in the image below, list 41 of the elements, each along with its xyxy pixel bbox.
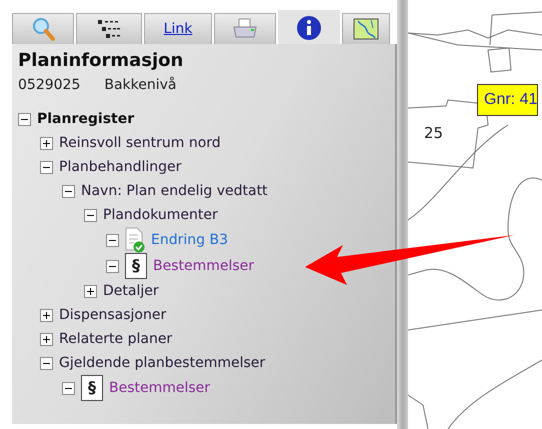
panel-title: Planinformasjon [18, 50, 184, 71]
tree-item[interactable]: Detaljer [103, 283, 159, 299]
document-link[interactable]: Endring B3 [151, 232, 228, 248]
tab[interactable]: Link [144, 13, 212, 44]
document-check-icon [125, 227, 145, 253]
map-tooltip: Gnr: 41 [477, 84, 538, 116]
tree-item[interactable]: Plandokumenter [103, 207, 218, 223]
paragraph-icon: § [125, 253, 147, 279]
collapse-toggle[interactable] [62, 184, 75, 198]
splitter-handle[interactable] [397, 0, 408, 429]
plan-id: 0529025 [18, 77, 80, 93]
paragraph-icon: § [81, 375, 103, 401]
expand-toggle[interactable] [84, 284, 97, 298]
collapse-toggle[interactable] [18, 112, 31, 126]
expand-toggle[interactable] [40, 332, 53, 346]
tab[interactable] [342, 13, 390, 44]
collapse-toggle[interactable] [84, 208, 97, 222]
map-icon [353, 18, 379, 40]
tree-item[interactable]: Gjeldende planbestemmelser [59, 355, 266, 371]
printer-icon [232, 18, 258, 40]
collapse-toggle[interactable] [106, 234, 119, 246]
tree-heading[interactable]: Planregister [37, 111, 134, 127]
tree-item[interactable]: Reinsvoll sentrum nord [59, 135, 221, 151]
tree-item[interactable]: Navn: Plan endelig vedtatt [81, 183, 268, 199]
plan-name: Bakkenivå [104, 77, 176, 93]
tab[interactable] [76, 13, 142, 44]
tree-item[interactable]: Planbehandlinger [59, 159, 182, 175]
search-icon [31, 17, 55, 41]
tree-item[interactable]: Dispensasjoner [59, 307, 166, 323]
expand-toggle[interactable] [40, 136, 53, 150]
legend-list-icon [96, 18, 122, 40]
tree-item[interactable]: Relaterte planer [59, 331, 172, 347]
info-icon [296, 14, 322, 40]
document-link[interactable]: Bestemmelser [109, 380, 210, 396]
document-link[interactable]: Bestemmelser [153, 258, 254, 274]
collapse-toggle[interactable] [62, 382, 75, 394]
collapse-toggle[interactable] [40, 356, 53, 370]
collapse-toggle[interactable] [40, 160, 53, 174]
parcel-number: 25 [424, 124, 444, 142]
collapse-toggle[interactable] [106, 260, 119, 272]
expand-toggle[interactable] [40, 308, 53, 322]
